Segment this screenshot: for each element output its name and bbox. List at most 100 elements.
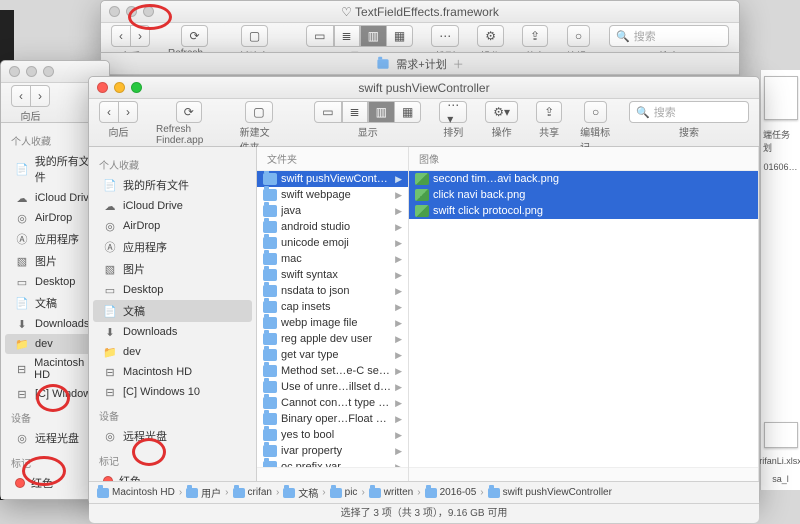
sidebar-tag[interactable]: 红色	[89, 470, 256, 481]
folder-row[interactable]: swift webpage▶	[257, 187, 408, 203]
sidebar-item[interactable]: ⊟[C] Windows 10	[89, 382, 256, 402]
new-folder-button[interactable]: ▢	[245, 101, 272, 123]
path-segment[interactable]: written	[369, 487, 413, 498]
search-input[interactable]: 🔍搜索	[629, 101, 749, 123]
sidebar-icon: ⊟	[103, 365, 117, 379]
edit-tags-button[interactable]: ○	[584, 101, 607, 123]
file-row[interactable]: click navi back.png	[409, 187, 758, 203]
folder-icon	[263, 429, 277, 441]
folder-row[interactable]: Use of unre…illset didSet▶	[257, 379, 408, 395]
col2-header: 图像	[409, 147, 758, 171]
col2-scrollbar[interactable]	[409, 467, 758, 481]
folder-row[interactable]: java▶	[257, 203, 408, 219]
folder-icon	[263, 301, 277, 313]
view-switcher[interactable]: ▭ ≣ ▥ ▦	[314, 101, 421, 123]
folder-row[interactable]: Cannot con…t type Float▶	[257, 395, 408, 411]
sidebar-item[interactable]: 📄我的所有文件	[89, 174, 256, 196]
sidebar-item[interactable]: ⬇Downloads	[89, 322, 256, 342]
sidebar-item[interactable]: ▭Desktop	[89, 280, 256, 300]
folder-row[interactable]: reg apple dev user▶	[257, 331, 408, 347]
folder-row[interactable]: Binary oper…Float and Int▶	[257, 411, 408, 427]
folder-icon	[263, 189, 277, 201]
action-button[interactable]: ⚙▾	[485, 101, 518, 123]
folder-row[interactable]: webp image file▶	[257, 315, 408, 331]
folder-icon	[263, 381, 277, 393]
sidebar-item[interactable]: ◎AirDrop	[89, 216, 256, 236]
col1-scrollbar[interactable]	[257, 467, 408, 481]
path-bar[interactable]: Macintosh HD›用户›crifan›文稿›pic›written›20…	[89, 481, 759, 503]
chevron-right-icon: ▶	[395, 238, 402, 249]
folder-icon	[263, 269, 277, 281]
back-label: 向后	[109, 124, 129, 139]
path-segment[interactable]: 2016-05	[425, 487, 477, 498]
bg-tab[interactable]: 需求+计划＋	[101, 53, 739, 75]
chevron-right-icon: ▶	[395, 334, 402, 345]
chevron-right-icon: ▶	[395, 222, 402, 233]
path-segment[interactable]: 文稿	[283, 485, 318, 500]
folder-row[interactable]: unicode emoji▶	[257, 235, 408, 251]
folder-icon	[186, 488, 198, 498]
folder-icon	[263, 205, 277, 217]
chevron-right-icon: ▶	[395, 366, 402, 377]
sidebar-item[interactable]: 📄文稿	[93, 300, 252, 322]
refresh-button[interactable]: ⟳	[176, 101, 202, 123]
sidebar-item[interactable]: Ⓐ应用程序	[89, 236, 256, 258]
sidebar-icon: ▧	[103, 262, 117, 276]
share-button[interactable]: ⇪	[536, 101, 562, 123]
view-gallery-button[interactable]: ▦	[395, 101, 421, 123]
image-icon	[415, 205, 429, 217]
sidebar-item[interactable]: 📁dev	[89, 342, 256, 362]
file-row[interactable]: second tim…avi back.png	[409, 171, 758, 187]
chevron-right-icon: ▶	[395, 270, 402, 281]
view-icon-button[interactable]: ▭	[314, 101, 341, 123]
sidebar-item[interactable]: ◎远程光盘	[89, 425, 256, 447]
folder-row[interactable]: mac▶	[257, 251, 408, 267]
image-icon	[415, 173, 429, 185]
chevron-right-icon: ▶	[395, 430, 402, 441]
folder-row[interactable]: ivar property▶	[257, 443, 408, 459]
folder-row[interactable]: nsdata to json▶	[257, 283, 408, 299]
sidebar-item[interactable]: ▧图片	[89, 258, 256, 280]
sidebar-icon: 📄	[15, 296, 29, 310]
col2-list[interactable]: second tim…avi back.pngclick navi back.p…	[409, 171, 758, 467]
sidebar-icon: ▭	[15, 275, 29, 289]
col1-list[interactable]: swift pushViewController▶swift webpage▶j…	[257, 171, 408, 467]
sidebar-item[interactable]: ☁iCloud Drive	[89, 196, 256, 216]
path-segment[interactable]: crifan	[233, 487, 272, 498]
view-column-button[interactable]: ▥	[368, 101, 395, 123]
bg1-title: ♡ TextFieldEffects.framework	[101, 5, 739, 19]
view-list-button[interactable]: ≣	[342, 101, 368, 123]
forward-button[interactable]: ›	[119, 101, 138, 123]
path-segment[interactable]: swift pushViewController	[488, 487, 612, 498]
sidebar-icon: 📁	[15, 337, 29, 351]
folder-row[interactable]: swift pushViewController▶	[257, 171, 408, 187]
tag-dot-icon	[103, 476, 113, 481]
chevron-right-icon: ▶	[395, 414, 402, 425]
path-segment[interactable]: pic	[330, 487, 358, 498]
folder-row[interactable]: android studio▶	[257, 219, 408, 235]
folder-icon	[263, 317, 277, 329]
back-button[interactable]: ‹	[99, 101, 119, 123]
sidebar-item[interactable]: ⊟Macintosh HD	[89, 362, 256, 382]
folder-icon	[369, 488, 381, 498]
chevron-right-icon: ▶	[395, 350, 402, 361]
path-segment[interactable]: 用户	[186, 485, 221, 500]
sidebar-icon: 📄	[103, 178, 117, 192]
folder-row[interactable]: cap insets▶	[257, 299, 408, 315]
folder-icon	[263, 461, 277, 467]
path-segment[interactable]: Macintosh HD	[97, 487, 175, 498]
folder-icon	[263, 237, 277, 249]
sidebar-icon: ⬇	[103, 325, 117, 339]
chevron-right-icon: ▶	[395, 446, 402, 457]
folder-row[interactable]: swift syntax▶	[257, 267, 408, 283]
chevron-right-icon: ▶	[395, 318, 402, 329]
file-row[interactable]: swift click protocol.png	[409, 203, 758, 219]
chevron-right-icon: ▶	[395, 190, 402, 201]
folder-icon	[263, 285, 277, 297]
folder-row[interactable]: yes to bool▶	[257, 427, 408, 443]
arrange-button[interactable]: ⋯▾	[439, 101, 467, 123]
folder-row[interactable]: oc prefix var▶	[257, 459, 408, 467]
folder-icon	[263, 413, 277, 425]
folder-row[interactable]: Method set…e-C selector▶	[257, 363, 408, 379]
folder-row[interactable]: get var type▶	[257, 347, 408, 363]
